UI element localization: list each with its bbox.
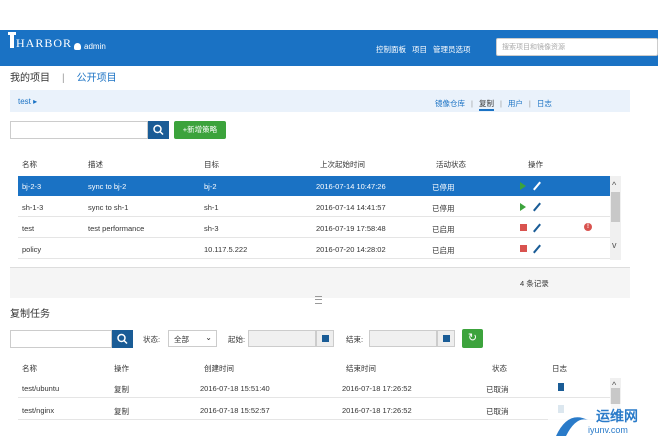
user-menu[interactable]: admin <box>74 42 106 51</box>
table-row[interactable]: sh-1-3 sync to sh-1 sh-1 2016-07-14 14:4… <box>18 197 610 217</box>
start-date-input[interactable] <box>248 330 316 347</box>
end-date-input[interactable] <box>369 330 437 347</box>
search-icon <box>153 124 164 136</box>
start-date-label: 起始: <box>228 335 246 344</box>
status-filter-label: 状态: <box>143 335 161 344</box>
project-tabs: 我的项目 | 公开项目 <box>10 73 117 84</box>
col-header-actions: 操作 <box>528 160 543 169</box>
search-icon <box>117 333 128 345</box>
table-row[interactable]: bj-2-3 sync to bj-2 bj-2 2016-07-14 10:4… <box>18 176 610 196</box>
user-icon <box>74 43 81 50</box>
calendar-icon <box>443 335 450 342</box>
subnav-logs[interactable]: 日志 <box>537 99 552 108</box>
col-header-description: 描述 <box>88 160 103 169</box>
harbor-logo[interactable]: HARBOR <box>6 32 72 51</box>
section-title-jobs: 复制任务 <box>10 309 50 320</box>
table-row[interactable]: policy 10.117.5.222 2016-07-20 14:28:02 … <box>18 239 610 259</box>
top-nav-links: 控制面板 项目 管理员选项 <box>376 44 477 55</box>
job-col-header-ended: 结束时间 <box>346 364 376 373</box>
scroll-up-icon[interactable]: ^ <box>612 380 616 390</box>
job-col-header-operation: 操作 <box>114 364 129 373</box>
watermark-text: 运维网 <box>596 408 638 424</box>
error-info-icon[interactable]: ! <box>584 223 592 231</box>
job-search-input[interactable] <box>10 330 112 348</box>
global-search-input[interactable]: 搜索项目和镜像资源 <box>496 38 658 56</box>
add-policy-button[interactable]: +新增策略 <box>174 121 226 139</box>
job-search-button[interactable] <box>112 330 133 348</box>
nav-admin-options[interactable]: 管理员选项 <box>433 45 471 54</box>
lighthouse-icon <box>8 32 16 48</box>
log-file-icon[interactable] <box>558 383 564 391</box>
job-col-header-status: 状态 <box>492 364 507 373</box>
disable-icon[interactable] <box>520 224 527 231</box>
subnav-replication[interactable]: 复制 <box>478 99 494 111</box>
chevron-down-icon: ⌄ <box>205 333 212 342</box>
policy-search-button[interactable] <box>148 121 169 139</box>
col-header-last-start: 上次起始时间 <box>320 160 365 169</box>
nav-dashboard[interactable]: 控制面板 <box>376 45 406 54</box>
subnav-repositories[interactable]: 镜像仓库 <box>435 99 465 108</box>
tab-public-projects[interactable]: 公开项目 <box>77 73 117 84</box>
refresh-icon: ↻ <box>467 332 478 344</box>
job-col-header-log: 日志 <box>552 364 567 373</box>
breadcrumb[interactable]: test ▸ <box>18 97 37 106</box>
tab-my-projects[interactable]: 我的项目 <box>10 73 50 84</box>
edit-icon[interactable] <box>533 181 541 191</box>
enable-icon[interactable] <box>520 203 526 211</box>
end-date-label: 结束: <box>346 335 364 344</box>
scrollbar-thumb[interactable] <box>611 192 620 222</box>
scroll-up-icon[interactable]: ^ <box>612 180 616 190</box>
job-row[interactable]: test/nginx 复制 2016-07-18 15:52:57 2016-0… <box>18 400 610 420</box>
resize-handle-icon[interactable] <box>315 296 322 304</box>
end-calendar-button[interactable] <box>437 330 455 347</box>
table-row[interactable]: test test performance sh-3 2016-07-19 17… <box>18 218 610 238</box>
calendar-icon <box>322 335 329 342</box>
job-col-header-created: 创建时间 <box>204 364 234 373</box>
job-col-header-name: 名称 <box>22 364 37 373</box>
enable-icon[interactable] <box>520 182 526 190</box>
refresh-button[interactable]: ↻ <box>462 329 483 348</box>
record-count: 4 条记录 <box>520 279 549 288</box>
start-calendar-button[interactable] <box>316 330 334 347</box>
edit-icon[interactable] <box>533 244 541 254</box>
col-header-status: 活动状态 <box>436 160 466 169</box>
policy-search-input[interactable] <box>10 121 148 139</box>
edit-icon[interactable] <box>533 223 541 233</box>
col-header-name: 名称 <box>22 160 37 169</box>
nav-projects[interactable]: 项目 <box>412 45 427 54</box>
status-filter-select[interactable]: 全部 ⌄ <box>168 330 217 347</box>
disable-icon[interactable] <box>520 245 527 252</box>
edit-icon[interactable] <box>533 202 541 212</box>
watermark-url: iyunv.com <box>588 425 628 435</box>
subnav-users[interactable]: 用户 <box>508 99 523 108</box>
scroll-down-icon[interactable]: v <box>612 240 617 250</box>
project-subnav: 镜像仓库 | 复制 | 用户 | 日志 <box>432 98 555 111</box>
col-header-target: 目标 <box>204 160 219 169</box>
job-row[interactable]: test/ubuntu 复制 2016-07-18 15:51:40 2016-… <box>18 378 610 398</box>
